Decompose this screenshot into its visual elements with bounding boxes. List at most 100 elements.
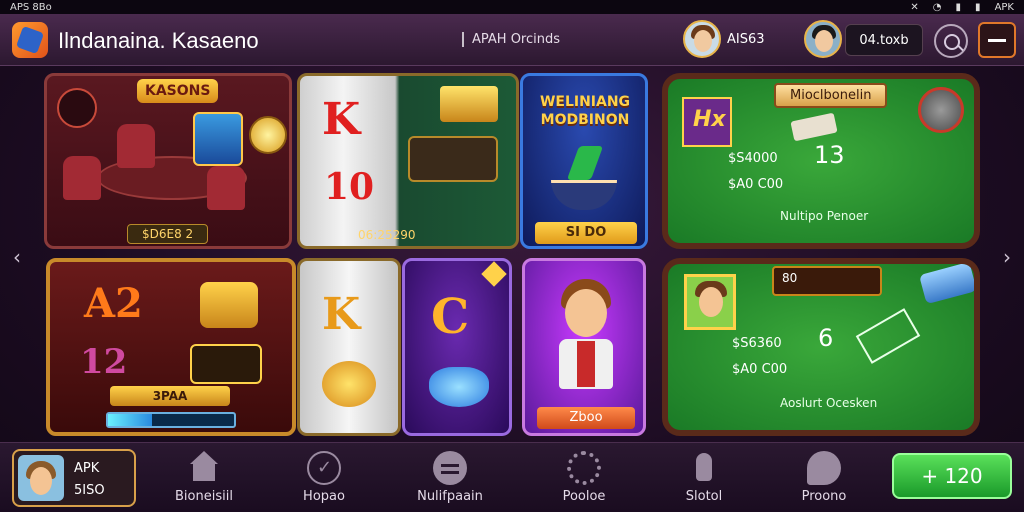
menu-button[interactable] <box>978 22 1016 58</box>
welcome-bonus-tile[interactable]: WELINIANG MODBINON SI DO <box>520 73 648 249</box>
check-icon <box>566 146 604 180</box>
profile-card[interactable]: APK 5ISO <box>12 449 136 507</box>
card-icon: Hx <box>682 97 732 147</box>
card-outline-icon <box>855 308 921 364</box>
status-right-text: APK <box>994 1 1014 13</box>
top-header: Ilndanaina. Kasaeno APAH Orcinds AIS63 0… <box>0 14 1024 66</box>
nav-item-home[interactable]: Bioneisiil <box>154 451 254 504</box>
table-value-1: $S4000 <box>728 151 778 166</box>
gem-slot-tile[interactable]: C <box>402 258 512 436</box>
chips-icon <box>790 112 838 142</box>
carousel-left-arrow[interactable]: ‹ <box>8 245 26 269</box>
blue-gem-icon <box>429 367 489 407</box>
table-value-2: $A0 C00 <box>732 362 788 377</box>
cannon-icon <box>919 264 974 305</box>
wifi-icon: ◔ <box>932 1 942 13</box>
reel-slot-tile[interactable]: K 10 06:25290 <box>297 73 519 249</box>
promo-icon <box>807 451 841 485</box>
game-lobby: APS 8Bo ✕ ◔ ▮ ▮ APK Ilndanaina. Kasaeno … <box>0 0 1024 512</box>
nav-item-slots[interactable]: Slotol <box>654 451 754 504</box>
profile-avatar <box>18 455 64 501</box>
room-tag: KASONS <box>137 79 219 103</box>
room-badge-icon <box>57 88 97 128</box>
hero-face-art <box>565 289 607 337</box>
reel-symbol-bottom: 10 <box>324 166 375 208</box>
gold-symbol-icon <box>200 282 258 328</box>
player-portrait <box>684 274 736 330</box>
battery-icon: ▮ <box>975 1 981 13</box>
chair-art <box>207 166 245 210</box>
app-title: Ilndanaina. Kasaeno <box>58 28 259 53</box>
profile-line-2: 5ISO <box>74 483 105 498</box>
star-icon <box>481 261 507 287</box>
table-value-2: $A0 C00 <box>728 177 784 192</box>
reel-value: 06:25290 <box>358 228 416 242</box>
gem-symbol: C <box>431 289 470 345</box>
nav-item-promo[interactable]: Proono <box>774 451 874 504</box>
table-number: 6 <box>818 324 834 352</box>
app-logo[interactable] <box>12 22 48 58</box>
rocket-icon <box>687 451 721 485</box>
slot-progress-meter <box>106 412 236 428</box>
coin-icon <box>249 116 287 154</box>
mini-slot-icon <box>193 112 243 166</box>
gear-icon <box>567 451 601 485</box>
player-value: AIS63 <box>727 32 765 47</box>
gold-bar-icon <box>440 86 498 122</box>
chair-art <box>63 156 101 200</box>
table-subtitle: Nultipo Penoer <box>780 209 869 223</box>
nav-item-multiplayer[interactable]: Nulifpaain <box>400 451 500 504</box>
poker-table-tile-1[interactable]: Hx Mioclbonelin $S4000 $A0 C00 13 Nultip… <box>662 73 980 249</box>
table-banner: Mioclbonelin <box>774 83 888 108</box>
slot-symbol: A2 <box>84 280 143 327</box>
welcome-button[interactable]: SI DO <box>535 222 637 244</box>
balance-display[interactable]: 04.toxb <box>845 24 923 56</box>
nav-label: Hopao <box>303 489 345 504</box>
card-text: Hx <box>693 107 726 132</box>
nav-label: Proono <box>801 489 847 504</box>
nav-label: Bioneisiil <box>175 489 233 504</box>
welcome-title: WELINIANG MODBINON <box>539 94 631 128</box>
casino-room-tile[interactable]: KASONS $D6E8 2 <box>44 73 292 249</box>
signal-icon: ▮ <box>955 1 962 13</box>
nav-label: Pooloe <box>562 489 606 504</box>
table-banner: 80 <box>772 266 882 296</box>
header-center-label: APAH Orcinds <box>462 32 560 47</box>
payline-icon <box>190 344 262 384</box>
close-icon: ✕ <box>910 1 919 13</box>
bowl-icon <box>551 180 617 210</box>
nav-label: Nulifpaain <box>417 489 483 504</box>
player-avatar[interactable] <box>683 20 721 58</box>
check-circle-icon <box>307 451 341 485</box>
nav-label: Slotol <box>685 489 723 504</box>
gold-coin-icon <box>322 361 376 407</box>
carousel-right-arrow[interactable]: › <box>998 245 1016 269</box>
home-icon <box>187 451 221 485</box>
status-bar: APS 8Bo ✕ ◔ ▮ ▮ APK <box>0 0 1024 14</box>
minus-icon <box>988 38 1006 42</box>
status-left-text: APS 8Bo <box>10 1 52 13</box>
nav-item-pools[interactable]: Pooloe <box>534 451 634 504</box>
poker-table-tile-2[interactable]: 80 $S6360 $A0 C00 6 Aoslurt Ocesken <box>662 258 980 436</box>
reel-symbol-top: K <box>322 94 361 145</box>
chair-art <box>117 124 155 168</box>
chat-icon <box>433 451 467 485</box>
opponent-avatar[interactable] <box>804 20 842 58</box>
slot-bar-label: 3PAA <box>110 386 230 406</box>
hero-button[interactable]: Zboo <box>537 407 635 429</box>
table-subtitle: Aoslurt Ocesken <box>780 396 878 410</box>
reel-tile-2[interactable]: K <box>297 258 401 436</box>
search-button[interactable] <box>934 24 968 58</box>
nav-item-hopao[interactable]: Hopao <box>274 451 374 504</box>
slot-symbol-2: 12 <box>80 342 128 382</box>
table-value-1: $S6360 <box>732 336 782 351</box>
slot-machine-tile[interactable]: A2 12 3PAA <box>46 258 296 436</box>
roulette-icon <box>918 87 964 133</box>
table-number: 13 <box>814 141 845 169</box>
reel-symbol: K <box>322 289 361 340</box>
room-footer-value: $D6E8 2 <box>127 224 209 244</box>
bottom-nav-bar: APK 5ISO Bioneisiil Hopao Nulifpaain Poo… <box>0 442 1024 512</box>
status-icons: ✕ ◔ ▮ ▮ APK <box>910 2 1014 13</box>
add-coins-button[interactable]: + 120 <box>892 453 1012 499</box>
hero-character-tile[interactable]: Zboo <box>522 258 646 436</box>
